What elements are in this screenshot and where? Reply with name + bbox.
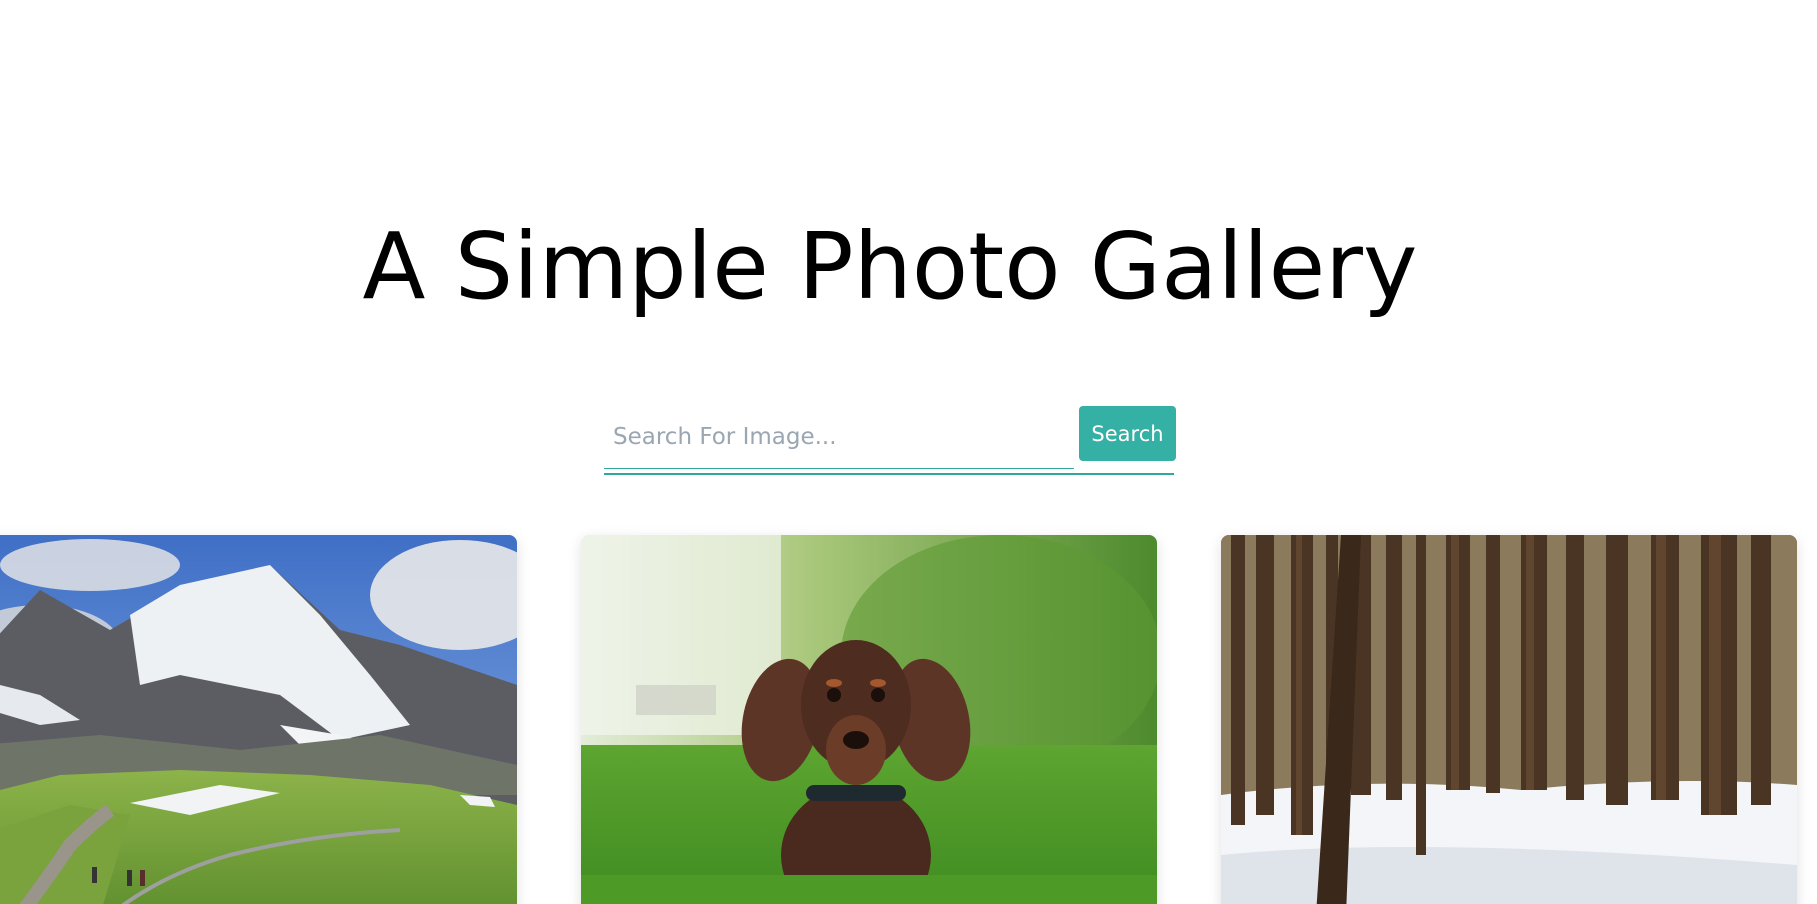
- photo-card-forest[interactable]: [1221, 535, 1797, 904]
- photo-card-mountain[interactable]: [0, 535, 517, 904]
- search-underline: [604, 473, 1174, 475]
- mountain-photo: [0, 535, 517, 904]
- photo-gallery: [0, 535, 1817, 904]
- page: A Simple Photo Gallery Search: [0, 0, 1817, 904]
- page-title: A Simple Photo Gallery: [362, 213, 1418, 320]
- search-button[interactable]: Search: [1079, 406, 1176, 461]
- search-form: Search: [604, 405, 1176, 475]
- photo-card-dog[interactable]: [581, 535, 1157, 904]
- dog-photo: [581, 535, 1157, 904]
- search-input[interactable]: [604, 405, 1074, 469]
- forest-photo: [1221, 535, 1797, 904]
